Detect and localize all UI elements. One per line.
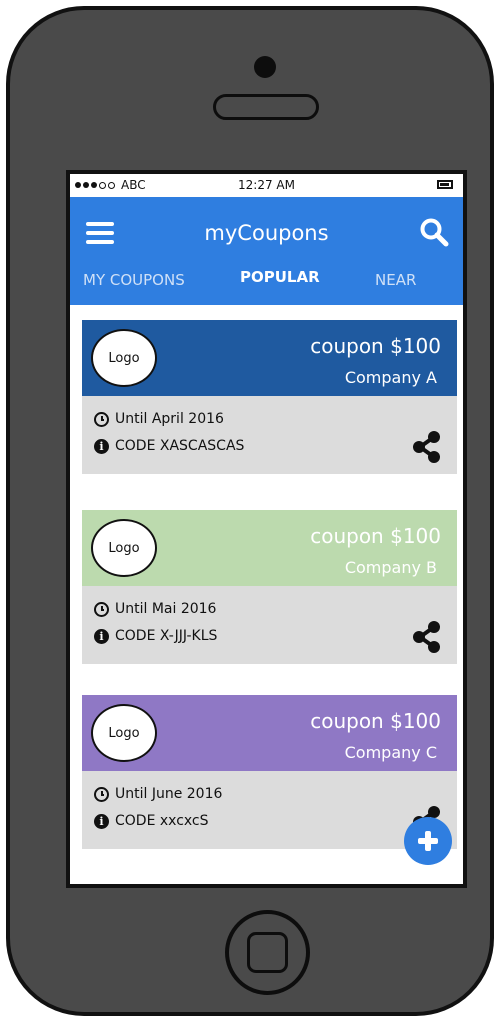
tab-popular[interactable]: POPULAR <box>240 268 320 286</box>
status-bar: ABC 12:27 AM <box>70 174 463 197</box>
clock-icon <box>94 601 109 617</box>
validity-row: Until April 2016 <box>94 411 224 427</box>
coupon-header: Logo coupon $100 Company B <box>82 510 457 586</box>
company-name: Company A <box>344 368 437 387</box>
coupon-details: Until Mai 2016 i CODE X-JJJ-KLS <box>82 586 457 664</box>
info-icon: i <box>94 628 109 644</box>
coupon-amount: coupon $100 <box>310 524 441 548</box>
coupon-card[interactable]: Logo coupon $100 Company C Until June 20… <box>82 695 457 849</box>
info-icon: i <box>94 438 109 454</box>
coupon-amount: coupon $100 <box>310 334 441 358</box>
validity-text: Until April 2016 <box>115 411 224 427</box>
add-coupon-button[interactable] <box>404 817 452 865</box>
share-icon[interactable] <box>411 430 443 464</box>
tab-near[interactable]: NEAR <box>375 271 416 289</box>
phone-frame: ABC 12:27 AM myCoupons MY COUPONS POPULA… <box>6 6 494 1016</box>
speaker-grille <box>213 94 319 120</box>
coupon-card[interactable]: Logo coupon $100 Company A Until April 2… <box>82 320 457 474</box>
coupon-header: Logo coupon $100 Company C <box>82 695 457 771</box>
search-icon[interactable] <box>419 217 449 247</box>
clock-icon <box>94 786 109 802</box>
code-row: i CODE xxcxcS <box>94 813 209 829</box>
share-icon[interactable] <box>411 620 443 654</box>
phone-screen: ABC 12:27 AM myCoupons MY COUPONS POPULA… <box>66 170 467 888</box>
home-square-icon <box>247 932 288 973</box>
home-button[interactable] <box>225 910 310 995</box>
status-time: 12:27 AM <box>238 178 295 192</box>
coupon-details: Until June 2016 i CODE xxcxcS <box>82 771 457 849</box>
coupon-code: CODE XASCASCAS <box>115 438 245 454</box>
coupon-code: CODE xxcxcS <box>115 813 209 829</box>
coupon-amount: coupon $100 <box>310 709 441 733</box>
coupon-code: CODE X-JJJ-KLS <box>115 628 218 644</box>
validity-text: Until Mai 2016 <box>115 601 217 617</box>
company-name: Company B <box>344 558 437 577</box>
company-name: Company C <box>344 743 437 762</box>
tab-bar: MY COUPONS POPULAR NEAR <box>70 268 463 301</box>
validity-text: Until June 2016 <box>115 786 223 802</box>
company-logo: Logo <box>91 704 157 762</box>
validity-row: Until June 2016 <box>94 786 222 802</box>
company-logo: Logo <box>91 329 157 387</box>
validity-row: Until Mai 2016 <box>94 601 216 617</box>
app-title: myCoupons <box>204 221 329 245</box>
info-icon: i <box>94 813 109 829</box>
clock-icon <box>94 411 109 427</box>
battery-icon <box>437 180 453 189</box>
company-logo: Logo <box>91 519 157 577</box>
camera-icon <box>254 56 276 78</box>
tab-my-coupons[interactable]: MY COUPONS <box>83 271 185 289</box>
coupon-header: Logo coupon $100 Company A <box>82 320 457 396</box>
coupon-card[interactable]: Logo coupon $100 Company B Until Mai 201… <box>82 510 457 664</box>
app-header: myCoupons MY COUPONS POPULAR NEAR <box>70 197 463 305</box>
code-row: i CODE X-JJJ-KLS <box>94 628 217 644</box>
coupon-details: Until April 2016 i CODE XASCASCAS <box>82 396 457 474</box>
code-row: i CODE XASCASCAS <box>94 438 244 454</box>
